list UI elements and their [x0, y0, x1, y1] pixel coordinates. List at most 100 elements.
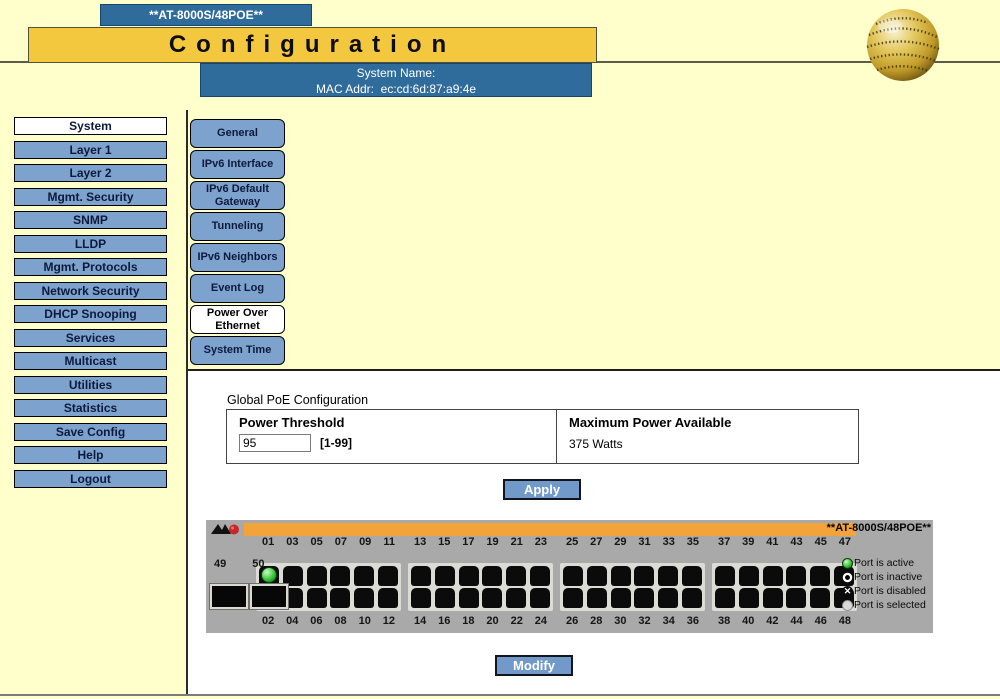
- port-jack-08[interactable]: [330, 588, 351, 608]
- tab-tunneling[interactable]: Tunneling: [190, 212, 285, 241]
- port-jack-13[interactable]: [411, 566, 431, 586]
- port-jack-39[interactable]: [738, 566, 759, 586]
- sidebar-item-help[interactable]: Help: [14, 446, 167, 464]
- poe-config-table: Power Threshold [1-99] Maximum Power Ava…: [226, 409, 859, 464]
- port-jack-06[interactable]: [306, 588, 327, 608]
- port-number-46: 46: [814, 615, 827, 627]
- apply-button[interactable]: Apply: [503, 479, 581, 500]
- port-jack-38[interactable]: [715, 588, 735, 608]
- sidebar: System Layer 1 Layer 2 Mgmt. Security SN…: [14, 117, 167, 488]
- port-jack-50[interactable]: [249, 583, 289, 610]
- port-jack-19[interactable]: [482, 566, 503, 586]
- port-jack-41[interactable]: [762, 566, 783, 586]
- sidebar-item-multicast[interactable]: Multicast: [14, 352, 167, 370]
- port-jack-23[interactable]: [529, 566, 550, 586]
- port-number-28: 28: [590, 615, 603, 627]
- tab-system-time[interactable]: System Time: [190, 336, 285, 365]
- port-jack-30[interactable]: [610, 588, 631, 608]
- port-jack-46[interactable]: [810, 588, 831, 608]
- system-info-bar: System Name: MAC Addr: ec:cd:6d:87:a9:4e: [200, 63, 592, 97]
- sidebar-item-statistics[interactable]: Statistics: [14, 399, 167, 417]
- port-number-11: 11: [383, 536, 395, 548]
- port-jack-31[interactable]: [634, 566, 655, 586]
- tab-ipv6-default-gateway[interactable]: IPv6 Default Gateway: [190, 181, 285, 210]
- port-number-02: 02: [261, 615, 275, 627]
- port-jack-21[interactable]: [506, 566, 527, 586]
- sidebar-item-layer2[interactable]: Layer 2: [14, 164, 167, 182]
- sidebar-item-mgmt-protocols[interactable]: Mgmt. Protocols: [14, 258, 167, 276]
- system-name-label: System Name:: [356, 66, 436, 80]
- tab-event-log[interactable]: Event Log: [190, 274, 285, 303]
- port-jack-45[interactable]: [810, 566, 831, 586]
- switch-faceplate: **AT-8000S/48POE** 01 03 05 07 09 11 02 04 06 08 1…: [206, 520, 933, 633]
- port-jack-26[interactable]: [563, 588, 583, 608]
- legend-label: Port is inactive: [854, 571, 923, 584]
- allied-telesis-logo-icon: [211, 524, 239, 535]
- port-jack-34[interactable]: [658, 588, 679, 608]
- legend-row-disabled: ✕ Port is disabled: [842, 585, 926, 598]
- port-jack-07[interactable]: [330, 566, 351, 586]
- port-jack-40[interactable]: [738, 588, 759, 608]
- port-jack-42[interactable]: [762, 588, 783, 608]
- port-jack-22[interactable]: [506, 588, 527, 608]
- port-jack-16[interactable]: [434, 588, 455, 608]
- port-jack-20[interactable]: [482, 588, 503, 608]
- sidebar-item-system[interactable]: System: [14, 117, 167, 135]
- port-jack-43[interactable]: [786, 566, 807, 586]
- port-jack-10[interactable]: [354, 588, 375, 608]
- port-jack-49[interactable]: [209, 583, 249, 610]
- port-number-45: 45: [814, 536, 827, 548]
- sidebar-item-utilities[interactable]: Utilities: [14, 375, 167, 394]
- port-jack-29[interactable]: [610, 566, 631, 586]
- port-jack-17[interactable]: [458, 566, 479, 586]
- sidebar-item-lldp[interactable]: LLDP: [14, 234, 167, 253]
- sidebar-item-logout[interactable]: Logout: [14, 469, 167, 488]
- port-number-01: 01: [262, 536, 275, 548]
- power-threshold-input[interactable]: [239, 434, 311, 452]
- port-jack-35[interactable]: [681, 566, 702, 586]
- power-threshold-cell: Power Threshold [1-99]: [227, 410, 557, 463]
- port-jack-09[interactable]: [354, 566, 375, 586]
- port-jack-14[interactable]: [411, 588, 431, 608]
- port-jack-12[interactable]: [377, 588, 398, 608]
- port-jack-37[interactable]: [715, 566, 735, 586]
- port-number-38: 38: [717, 615, 731, 627]
- port-jack-15[interactable]: [434, 566, 455, 586]
- modify-button[interactable]: Modify: [495, 655, 573, 676]
- tab-column: General IPv6 Interface IPv6 Default Gate…: [190, 119, 285, 365]
- tab-general[interactable]: General: [190, 119, 285, 148]
- port-number-20: 20: [486, 615, 499, 627]
- max-power-cell: Maximum Power Available 375 Watts: [557, 410, 858, 463]
- port-jack-28[interactable]: [586, 588, 607, 608]
- tab-ipv6-neighbors[interactable]: IPv6 Neighbors: [190, 243, 285, 272]
- port-jack-25[interactable]: [563, 566, 583, 586]
- port-number-40: 40: [742, 615, 755, 627]
- sidebar-item-layer1[interactable]: Layer 1: [14, 140, 167, 159]
- mac-addr-value: ec:cd:6d:87:a9:4e: [380, 82, 477, 96]
- port-jack-33[interactable]: [658, 566, 679, 586]
- port-jack-24[interactable]: [529, 588, 550, 608]
- port-jack-18[interactable]: [458, 588, 479, 608]
- port-jack-05[interactable]: [306, 566, 327, 586]
- sidebar-item-services[interactable]: Services: [14, 328, 167, 347]
- port-jack-44[interactable]: [786, 588, 807, 608]
- port-status-legend: Port is active Port is inactive ✕ Port i…: [842, 557, 926, 612]
- sidebar-item-snmp[interactable]: SNMP: [14, 211, 167, 229]
- sidebar-item-network-security[interactable]: Network Security: [14, 281, 167, 300]
- port-jack-27[interactable]: [586, 566, 607, 586]
- port-jack-32[interactable]: [634, 588, 655, 608]
- port-number-21: 21: [510, 536, 523, 548]
- faceplate-model-label: **AT-8000S/48POE**: [826, 522, 931, 534]
- sidebar-item-save-config[interactable]: Save Config: [14, 422, 167, 441]
- port-jack-11[interactable]: [377, 566, 398, 586]
- sidebar-item-mgmt-security[interactable]: Mgmt. Security: [14, 187, 167, 206]
- port-bezel: [408, 563, 553, 611]
- port-number-17: 17: [462, 536, 475, 548]
- tab-power-over-ethernet[interactable]: Power Over Ethernet: [190, 305, 285, 334]
- port-number-row: 37 39 41 43 45 47: [712, 536, 857, 549]
- tab-ipv6-interface[interactable]: IPv6 Interface: [190, 150, 285, 179]
- sidebar-item-dhcp-snooping[interactable]: DHCP Snooping: [14, 305, 167, 323]
- port-jack-36[interactable]: [681, 588, 702, 608]
- faceplate-orange-strip: [244, 523, 856, 536]
- port-number-29: 29: [614, 536, 627, 548]
